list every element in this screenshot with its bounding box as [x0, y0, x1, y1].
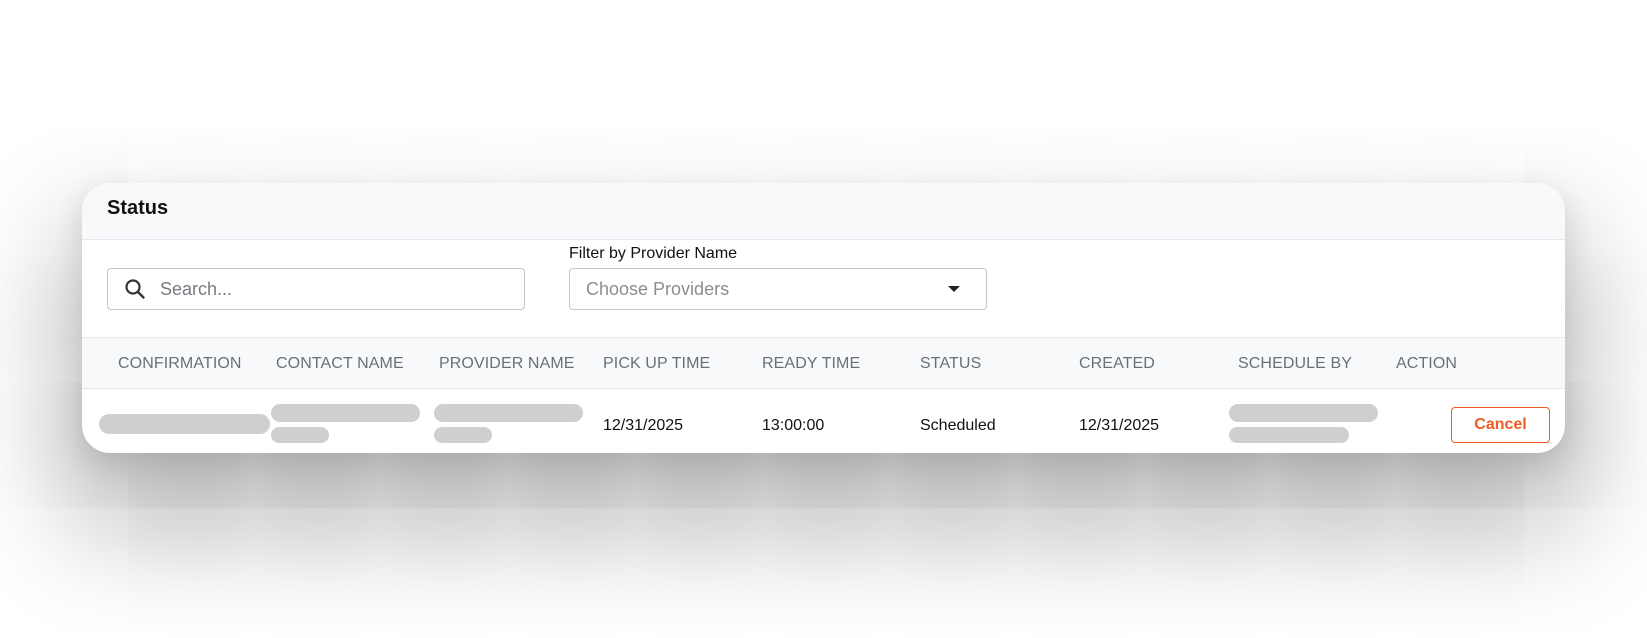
- column-header-pick-up-time[interactable]: PICK UP TIME: [603, 355, 710, 373]
- card-header: Status: [82, 183, 1565, 240]
- schedule-by-detail-placeholder-bar: [1229, 427, 1349, 443]
- column-header-ready-time[interactable]: READY TIME: [762, 355, 860, 373]
- provider-detail-placeholder-bar: [434, 427, 492, 443]
- status-cell: Scheduled: [920, 417, 996, 434]
- search-icon: [124, 278, 146, 300]
- column-header-confirmation[interactable]: CONFIRMATION: [118, 355, 242, 373]
- column-header-provider-name[interactable]: PROVIDER NAME: [439, 355, 575, 373]
- column-header-schedule-by[interactable]: SCHEDULE BY: [1238, 355, 1352, 373]
- search-input[interactable]: [158, 277, 522, 301]
- schedule-by-placeholder-bar: [1229, 404, 1378, 422]
- pick-up-time-cell: 12/31/2025: [603, 417, 684, 434]
- caret-down-icon[interactable]: [948, 286, 960, 292]
- table-header: CONFIRMATION CONTACT NAME PROVIDER NAME …: [82, 338, 1565, 389]
- cancel-button[interactable]: Cancel: [1451, 407, 1550, 443]
- provider-select-placeholder: Choose Providers: [586, 278, 730, 299]
- ready-time-cell: 13:00:00: [762, 417, 825, 434]
- confirmation-placeholder-bar: [99, 414, 270, 434]
- contact-name-placeholder-bar: [271, 404, 420, 422]
- column-header-created[interactable]: CREATED: [1079, 355, 1155, 373]
- table-row[interactable]: 12/31/2025 13:00:00 Scheduled 12/31/2025…: [82, 389, 1565, 453]
- filter-bar: Filter by Provider Name Choose Providers: [82, 240, 1565, 338]
- contact-detail-placeholder-bar: [271, 427, 329, 443]
- provider-select[interactable]: Choose Providers: [569, 268, 987, 310]
- status-card: Status Filter by Provider Name Choose Pr…: [82, 183, 1565, 453]
- column-header-status[interactable]: STATUS: [920, 355, 981, 373]
- provider-name-placeholder-bar: [434, 404, 583, 422]
- column-header-action: ACTION: [1396, 355, 1458, 372]
- created-cell: 12/31/2025: [1079, 417, 1160, 434]
- search-box[interactable]: [107, 268, 525, 310]
- provider-filter-label: Filter by Provider Name: [569, 245, 738, 262]
- column-header-contact-name[interactable]: CONTACT NAME: [276, 355, 404, 373]
- card-title: Status: [107, 196, 169, 219]
